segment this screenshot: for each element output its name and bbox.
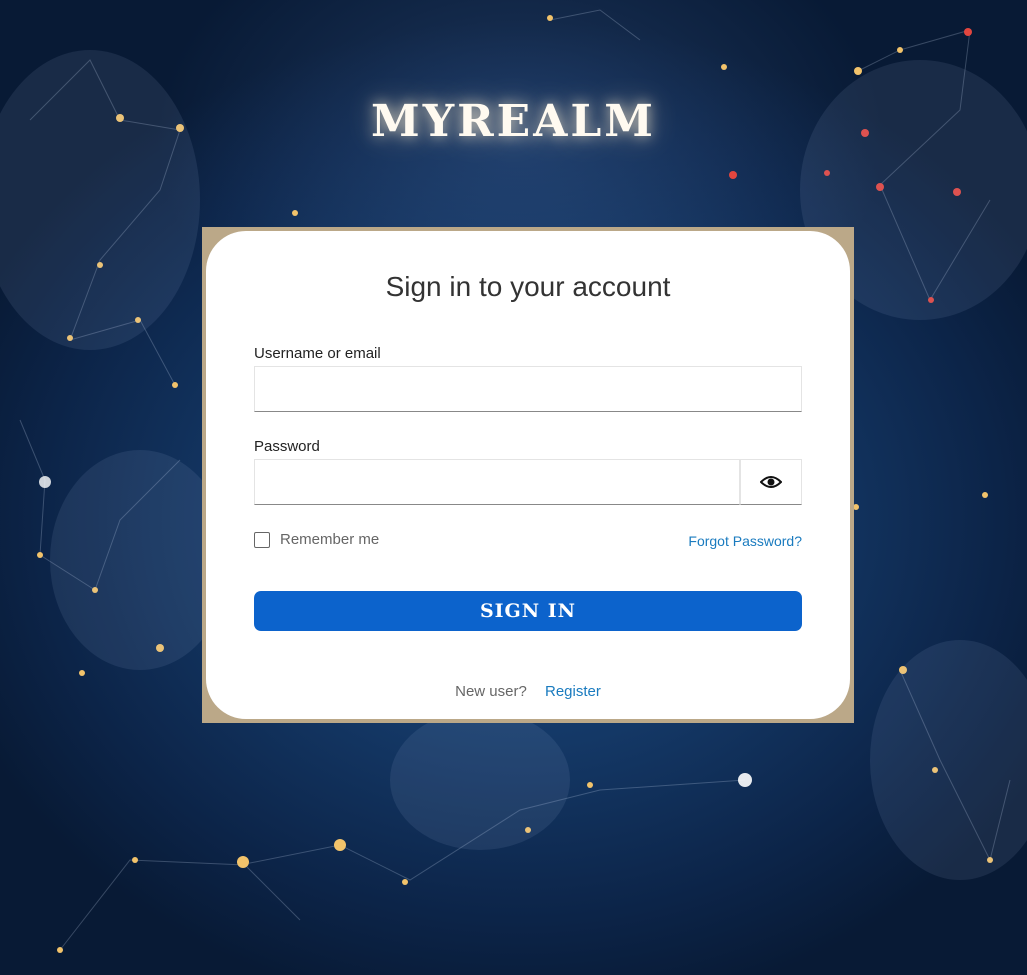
remember-me[interactable]: Remember me (254, 531, 379, 548)
register-link[interactable]: Register (545, 683, 601, 700)
remember-me-label: Remember me (280, 531, 380, 548)
page-title: Sign in to your account (385, 271, 671, 302)
sign-in-button[interactable]: SIGN IN (254, 591, 802, 631)
remember-me-checkbox[interactable] (254, 531, 270, 548)
brand-logo: MYREALM (371, 96, 656, 147)
login-card: Sign in to your account Username or emai… (202, 227, 854, 723)
username-input[interactable] (254, 366, 802, 412)
login-form: Sign in to your account Username or emai… (206, 231, 850, 719)
password-input[interactable] (254, 459, 740, 505)
eye-icon (760, 476, 782, 488)
show-password-button[interactable] (740, 459, 802, 505)
username-label: Username or email (254, 345, 381, 362)
password-label: Password (254, 438, 320, 455)
forgot-password-link[interactable]: Forgot Password? (688, 533, 802, 549)
register-prompt: New user? Register (206, 683, 850, 700)
new-user-text: New user? (455, 683, 527, 700)
